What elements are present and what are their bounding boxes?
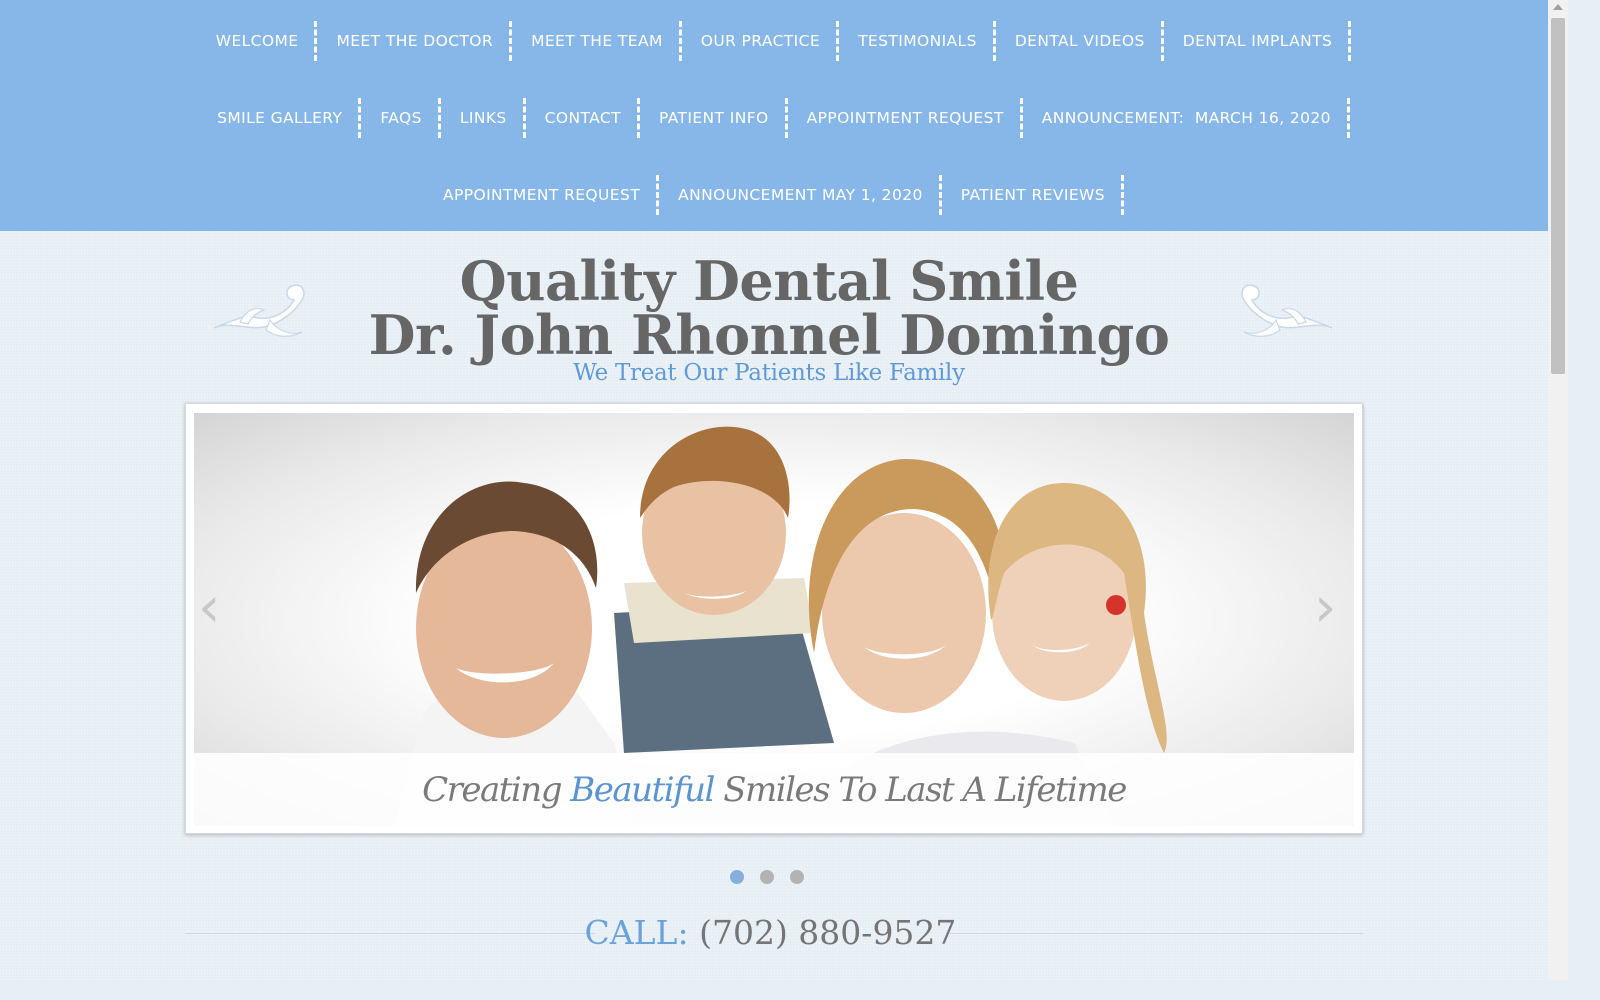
vertical-scrollbar[interactable] [1548,0,1568,980]
phone-number-link[interactable]: (702) 880-9527 [699,913,956,952]
slide-caption-bar: Creating Beautiful Smiles To Last A Life… [194,753,1354,826]
slide-image: Creating Beautiful Smiles To Last A Life… [194,413,1354,826]
nav-testimonials[interactable]: TESTIMONIALS [839,21,996,61]
scroll-up-arrow-icon[interactable] [1553,4,1563,10]
slider-prev-arrow-icon[interactable]: ‹ [198,578,220,638]
slider-next-arrow-icon[interactable]: › [1314,578,1336,638]
tagline: We Treat Our Patients Like Family [573,360,965,386]
nav-announcement-may[interactable]: ANNOUNCEMENT MAY 1, 2020 [659,175,942,215]
main-navigation: WELCOME MEET THE DOCTOR MEET THE TEAM OU… [0,0,1548,231]
slider-dot-3[interactable] [790,870,804,884]
nav-appointment-request-2[interactable]: APPOINTMENT REQUEST [424,175,660,215]
hero-slider: Creating Beautiful Smiles To Last A Life… [185,403,1363,834]
nav-welcome[interactable]: WELCOME [197,21,318,61]
call-label: CALL: [584,913,689,952]
nav-meet-the-team[interactable]: MEET THE TEAM [512,21,682,61]
nav-row-2: SMILE GALLERY FAQS LINKS CONTACT PATIENT… [0,98,1548,138]
slider-dot-1[interactable] [730,870,744,884]
doctor-name: Dr. John Rhonnel Domingo [368,303,1170,367]
nav-meet-the-doctor[interactable]: MEET THE DOCTOR [317,21,512,61]
nav-our-practice[interactable]: OUR PRACTICE [682,21,840,61]
nav-dental-videos[interactable]: DENTAL VIDEOS [996,21,1164,61]
caption-highlight: Beautiful [570,769,715,810]
nav-dental-implants[interactable]: DENTAL IMPLANTS [1164,21,1352,61]
nav-smile-gallery[interactable]: SMILE GALLERY [198,98,362,138]
nav-patient-info[interactable]: PATIENT INFO [640,98,788,138]
call-line: CALL: (702) 880-9527 [0,913,1541,952]
slider-dot-2[interactable] [760,870,774,884]
nav-announcement-march[interactable]: ANNOUNCEMENT: MARCH 16, 2020 [1023,98,1351,138]
nav-links[interactable]: LINKS [441,98,526,138]
slide-caption: Creating Beautiful Smiles To Last A Life… [422,769,1127,810]
nav-appointment-request[interactable]: APPOINTMENT REQUEST [788,98,1023,138]
nav-contact[interactable]: CONTACT [526,98,641,138]
scroll-thumb[interactable] [1551,18,1565,374]
nav-row-3: APPOINTMENT REQUEST ANNOUNCEMENT MAY 1, … [0,175,1548,215]
caption-text-start: Creating [422,769,571,810]
nav-faqs[interactable]: FAQS [361,98,442,138]
nav-patient-reviews[interactable]: PATIENT REVIEWS [942,175,1125,215]
slider-pagination [0,870,1534,884]
caption-text-end: Smiles To Last A Lifetime [713,769,1127,810]
nav-row-1: WELCOME MEET THE DOCTOR MEET THE TEAM OU… [0,21,1548,61]
